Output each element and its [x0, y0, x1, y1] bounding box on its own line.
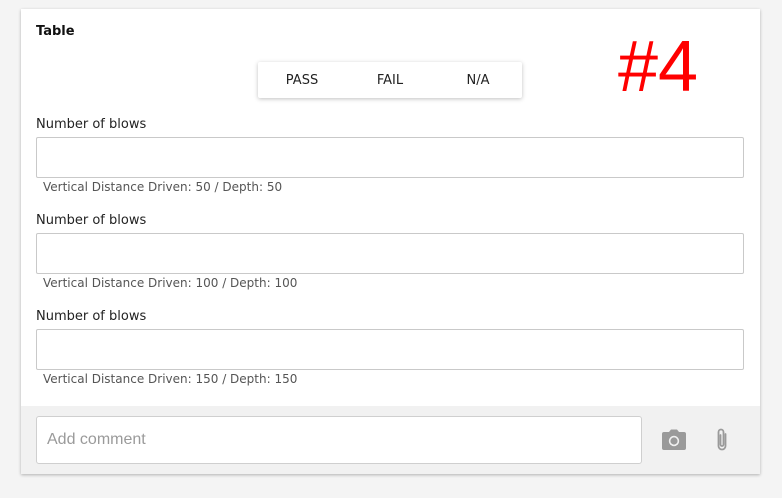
- pass-button[interactable]: PASS: [258, 62, 346, 98]
- fail-button[interactable]: FAIL: [346, 62, 434, 98]
- blows-label-3: Number of blows: [36, 309, 147, 324]
- na-button[interactable]: N/A: [434, 62, 522, 98]
- annotation-number: #4: [618, 27, 699, 107]
- comment-input[interactable]: [36, 416, 642, 464]
- blows-label-1: Number of blows: [36, 117, 147, 132]
- blows-label-2: Number of blows: [36, 213, 147, 228]
- inspection-card: Table #4 PASS FAIL N/A Number of blows V…: [21, 9, 760, 474]
- comment-footer: [21, 406, 760, 474]
- blows-input-1[interactable]: [36, 137, 744, 178]
- depth-hint-2: Vertical Distance Driven: 100 / Depth: 1…: [43, 276, 298, 290]
- depth-hint-1: Vertical Distance Driven: 50 / Depth: 50: [43, 180, 283, 194]
- result-segmented-control: PASS FAIL N/A: [258, 62, 522, 98]
- blows-input-2[interactable]: [36, 233, 744, 274]
- camera-icon[interactable]: [661, 427, 687, 453]
- paperclip-icon[interactable]: [709, 427, 735, 453]
- blows-input-3[interactable]: [36, 329, 744, 370]
- depth-hint-3: Vertical Distance Driven: 150 / Depth: 1…: [43, 372, 298, 386]
- card-title: Table: [36, 24, 75, 39]
